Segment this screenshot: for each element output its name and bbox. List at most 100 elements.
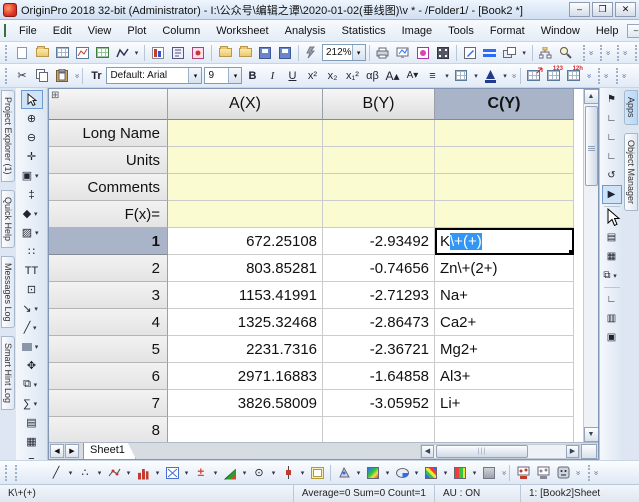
layer-management-icon[interactable]: ▥ xyxy=(602,309,622,328)
toolbar-overflow-6[interactable]: » xyxy=(613,68,626,84)
stock-plot-icon[interactable] xyxy=(278,463,298,483)
cell-C1-edit[interactable]: K\+(+) xyxy=(435,228,574,255)
column-toolbar-overflow[interactable]: » xyxy=(588,71,591,80)
layer-arrange-dropdown[interactable]: ▾ xyxy=(520,49,529,57)
font-size-dropdown-icon[interactable]: ▾ xyxy=(228,68,241,83)
cell-comments-B[interactable] xyxy=(323,174,435,201)
align-dropdown[interactable]: ▾ xyxy=(442,72,451,80)
close-button[interactable]: ✕ xyxy=(615,2,636,17)
cell-B8[interactable] xyxy=(323,417,435,442)
cell-C6[interactable]: Al3+ xyxy=(435,363,574,390)
template-library-dropdown[interactable]: ▾ xyxy=(182,469,191,477)
template-library-icon[interactable] xyxy=(162,463,182,483)
row-header-7[interactable]: 7 xyxy=(49,390,168,417)
rescale-axes-icon[interactable]: ↺ xyxy=(602,166,622,185)
tab-object-manager[interactable]: Object Manager xyxy=(624,133,638,211)
menu-worksheet[interactable]: Worksheet xyxy=(209,22,275,40)
scatter-plot-dropdown[interactable]: ▾ xyxy=(95,469,104,477)
line-symbol-plot-icon[interactable] xyxy=(104,463,124,483)
row-header-5[interactable]: 5 xyxy=(49,336,168,363)
cell-B2[interactable]: -0.74656 xyxy=(323,255,435,282)
minimize-button[interactable]: – xyxy=(569,2,590,17)
open-icon[interactable] xyxy=(215,43,235,62)
toolbar-overflow-1[interactable]: » xyxy=(580,45,593,61)
scroll-up-icon[interactable]: ▲ xyxy=(584,89,599,104)
sheet-next-icon[interactable]: ▶ xyxy=(65,444,79,458)
format-toolbar-overflow[interactable]: » xyxy=(513,71,516,80)
cell-longname-C[interactable] xyxy=(435,120,574,147)
cell-fx-C[interactable] xyxy=(435,201,574,228)
plot-3d-surface-icon[interactable] xyxy=(363,463,383,483)
font-size-combo[interactable]: 9 ▾ xyxy=(204,67,242,84)
cell-A2[interactable]: 803.85281 xyxy=(168,255,323,282)
set-column-digits-icon[interactable]: 123 xyxy=(544,66,564,85)
open-template-icon[interactable] xyxy=(235,43,255,62)
sheet-prev-icon[interactable]: ◀ xyxy=(50,444,64,458)
paste-icon[interactable] xyxy=(52,66,72,85)
error-bar-plot-icon[interactable] xyxy=(191,463,211,483)
toolbar-overflow-2[interactable]: » xyxy=(597,45,610,61)
zoom-in-tool-icon[interactable]: ⊕ xyxy=(21,109,43,128)
cell-longname-B[interactable] xyxy=(323,120,435,147)
font-color-dropdown[interactable]: ▾ xyxy=(500,72,509,80)
recalculate-icon[interactable] xyxy=(302,43,322,62)
rerun-analysis-icon[interactable]: ▶ xyxy=(602,185,622,204)
edit-annotation-icon[interactable] xyxy=(460,43,480,62)
cell-B3[interactable]: -2.71293 xyxy=(323,282,435,309)
add-new-column-icon[interactable] xyxy=(524,66,544,85)
new-layer-icon[interactable]: ∟ xyxy=(602,109,622,128)
cell-units-B[interactable] xyxy=(323,147,435,174)
layout-page-icon[interactable] xyxy=(307,463,327,483)
vertical-scroll-thumb[interactable] xyxy=(585,106,598,186)
text-tool-icon[interactable]: TT xyxy=(21,261,43,280)
insert-excel-object-icon[interactable]: ▦ xyxy=(21,432,43,451)
mask-range-icon[interactable] xyxy=(513,463,533,483)
unmask-range-icon[interactable] xyxy=(533,463,553,483)
add-right-y-layer-icon[interactable]: ∟ xyxy=(602,128,622,147)
row-header-3[interactable]: 3 xyxy=(49,282,168,309)
polar-plot-icon[interactable]: ⊙ xyxy=(249,463,269,483)
save-template-icon[interactable] xyxy=(275,43,295,62)
annotation-tool-icon[interactable]: ▣▾ xyxy=(21,166,43,185)
pointer-tool-icon[interactable] xyxy=(21,90,43,109)
cell-A4[interactable]: 1325.32468 xyxy=(168,309,323,336)
copy-graph-icon[interactable] xyxy=(413,43,433,62)
row-header-2[interactable]: 2 xyxy=(49,255,168,282)
subscript-button[interactable]: x₂ xyxy=(322,66,342,85)
insert-graph-tool-icon[interactable]: ⧉▾ xyxy=(21,375,43,394)
line-symbol-plot-dropdown[interactable]: ▾ xyxy=(124,469,133,477)
column-header-C[interactable]: C(Y) xyxy=(435,89,574,120)
layer-arrange-icon[interactable] xyxy=(500,43,520,62)
decrease-font-button[interactable]: A▾ xyxy=(402,66,422,85)
plot-template-icon[interactable] xyxy=(112,43,132,62)
row-header-8[interactable]: 8 xyxy=(49,417,168,442)
copy-icon[interactable] xyxy=(32,66,52,85)
row-header-4[interactable]: 4 xyxy=(49,309,168,336)
contour-plot-dropdown[interactable]: ▾ xyxy=(441,469,450,477)
mdi-minimize-button[interactable]: – xyxy=(627,24,639,38)
menu-view[interactable]: View xyxy=(81,22,119,40)
scroll-left-icon[interactable]: ◀ xyxy=(421,445,434,458)
cell-comments-C[interactable] xyxy=(435,174,574,201)
layout-double-icon[interactable]: ▤ xyxy=(602,228,622,247)
menu-edit[interactable]: Edit xyxy=(46,22,79,40)
cell-B7[interactable]: -3.05952 xyxy=(323,390,435,417)
rectangle-tool-icon[interactable]: ▾ xyxy=(21,337,43,356)
format-lines-icon[interactable] xyxy=(480,43,500,62)
cell-B1[interactable]: -2.93492 xyxy=(323,228,435,255)
import-wizard-icon[interactable] xyxy=(148,43,168,62)
menu-format[interactable]: Format xyxy=(483,22,532,40)
cell-comments-A[interactable] xyxy=(168,174,323,201)
tab-messages-log[interactable]: Messages Log xyxy=(1,256,15,329)
cell-C7[interactable]: Li+ xyxy=(435,390,574,417)
greek-button[interactable]: αβ xyxy=(362,66,382,85)
plot-template-dropdown[interactable]: ▾ xyxy=(132,49,141,57)
new-project-icon[interactable] xyxy=(12,43,32,62)
layout-four-panel-icon[interactable]: ▦ xyxy=(602,247,622,266)
pan-tool-icon[interactable]: ✥ xyxy=(21,356,43,375)
zoom-combo[interactable]: 212% ▾ xyxy=(322,44,366,61)
digitize-image-icon[interactable] xyxy=(188,43,208,62)
menu-help[interactable]: Help xyxy=(589,22,626,40)
row-label-longname[interactable]: Long Name xyxy=(49,120,168,147)
row-label-fx[interactable]: F(x)= xyxy=(49,201,168,228)
